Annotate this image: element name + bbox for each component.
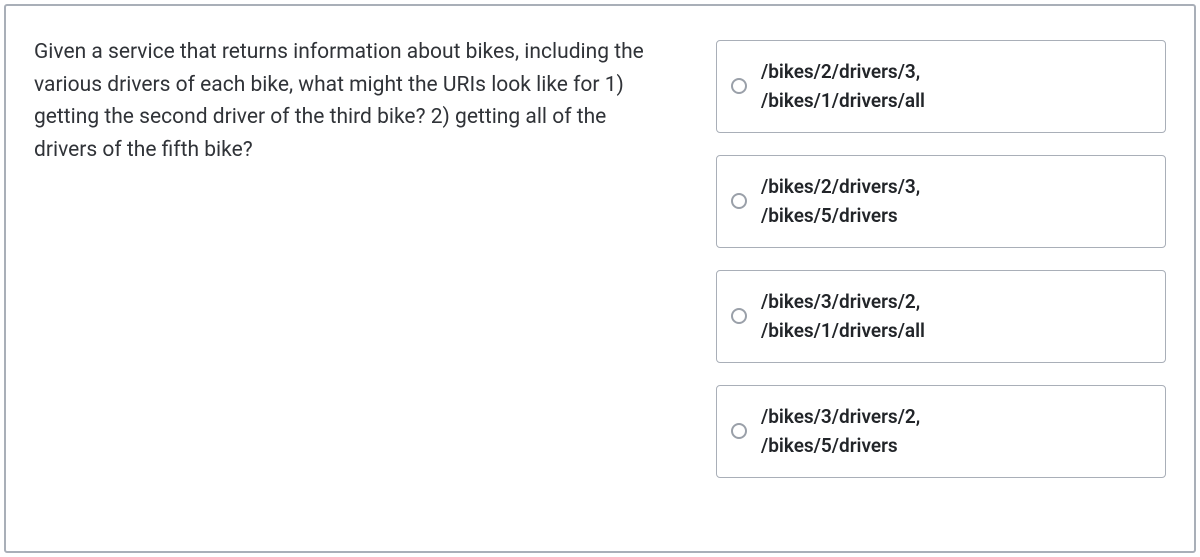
answer-option-3[interactable]: /bikes/3/drivers/2, /bikes/5/drivers	[716, 385, 1166, 478]
answers-column: /bikes/2/drivers/3, /bikes/1/drivers/all…	[716, 36, 1166, 521]
answer-line2: /bikes/1/drivers/all	[761, 319, 925, 342]
answer-option-1[interactable]: /bikes/2/drivers/3, /bikes/5/drivers	[716, 155, 1166, 248]
answer-text: /bikes/3/drivers/2, /bikes/1/drivers/all	[761, 287, 925, 346]
answer-text: /bikes/3/drivers/2, /bikes/5/drivers	[761, 402, 920, 461]
answer-line1: /bikes/2/drivers/3,	[761, 60, 920, 83]
radio-icon	[731, 308, 747, 324]
quiz-container: Given a service that returns information…	[4, 4, 1196, 553]
answer-line1: /bikes/3/drivers/2,	[761, 290, 920, 313]
answer-line2: /bikes/5/drivers	[761, 204, 898, 227]
question-text: Given a service that returns information…	[34, 36, 656, 166]
answer-option-2[interactable]: /bikes/3/drivers/2, /bikes/1/drivers/all	[716, 270, 1166, 363]
radio-icon	[731, 193, 747, 209]
answer-text: /bikes/2/drivers/3, /bikes/5/drivers	[761, 172, 920, 231]
question-column: Given a service that returns information…	[34, 36, 656, 521]
answer-line2: /bikes/5/drivers	[761, 434, 898, 457]
answer-line1: /bikes/3/drivers/2,	[761, 405, 920, 428]
answer-option-0[interactable]: /bikes/2/drivers/3, /bikes/1/drivers/all	[716, 40, 1166, 133]
radio-icon	[731, 78, 747, 94]
radio-icon	[731, 423, 747, 439]
answer-line2: /bikes/1/drivers/all	[761, 89, 925, 112]
answer-line1: /bikes/2/drivers/3,	[761, 175, 920, 198]
answer-text: /bikes/2/drivers/3, /bikes/1/drivers/all	[761, 57, 925, 116]
